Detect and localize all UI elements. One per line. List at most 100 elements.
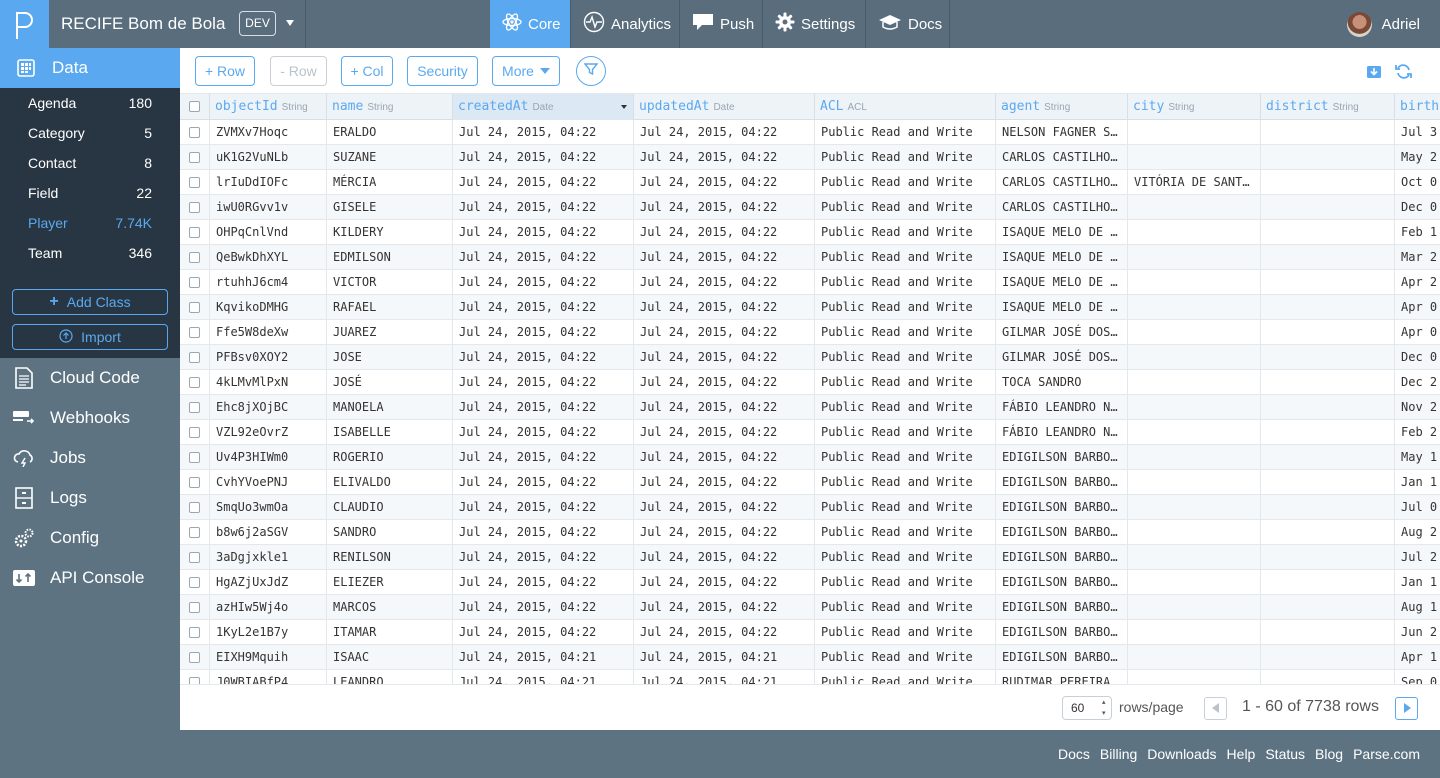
footer-link-blog[interactable]: Blog: [1315, 746, 1343, 762]
next-page-button[interactable]: [1395, 697, 1418, 720]
cell-birth[interactable]: Dec 0: [1395, 345, 1440, 370]
cell-agent[interactable]: ISAQUE MELO DE …: [996, 270, 1128, 295]
cell-birth[interactable]: Jul 3: [1395, 120, 1440, 145]
cell-name[interactable]: ELIEZER: [327, 570, 453, 595]
cell-name[interactable]: SUZANE: [327, 145, 453, 170]
cell-createdat[interactable]: Jul 24, 2015, 04:22: [453, 170, 634, 195]
tab-push[interactable]: Push: [680, 0, 762, 48]
cell-objectid[interactable]: Uv4P3HIWm0: [210, 445, 327, 470]
cell-birth[interactable]: Apr 0: [1395, 295, 1440, 320]
cell-createdat[interactable]: Jul 24, 2015, 04:22: [453, 220, 634, 245]
cell-agent[interactable]: EDIGILSON BARBO…: [996, 620, 1128, 645]
cell-birth[interactable]: Mar 2: [1395, 245, 1440, 270]
cell-objectid[interactable]: EIXH9Mquih: [210, 645, 327, 670]
cell-objectid[interactable]: VZL92eOvrZ: [210, 420, 327, 445]
cell-acl[interactable]: Public Read and Write: [815, 445, 996, 470]
class-item-team[interactable]: Team 346: [0, 238, 180, 268]
cell-agent[interactable]: CARLOS CASTILHO…: [996, 145, 1128, 170]
cell-city[interactable]: [1128, 620, 1261, 645]
cell-acl[interactable]: Public Read and Write: [815, 345, 996, 370]
cell-agent[interactable]: ISAQUE MELO DE …: [996, 245, 1128, 270]
cell-createdat[interactable]: Jul 24, 2015, 04:22: [453, 570, 634, 595]
table-row[interactable]: OHPqCnlVnd KILDERY Jul 24, 2015, 04:22 Jul …: [180, 220, 1440, 245]
row-checkbox[interactable]: [189, 277, 200, 288]
cell-city[interactable]: [1128, 545, 1261, 570]
table-row[interactable]: Ehc8jXOjBC MANOELA Jul 24, 2015, 04:22 Jul …: [180, 395, 1440, 420]
cell-district[interactable]: [1261, 220, 1395, 245]
cell-agent[interactable]: TOCA SANDRO: [996, 370, 1128, 395]
cell-agent[interactable]: CARLOS CASTILHO…: [996, 195, 1128, 220]
cell-name[interactable]: SANDRO: [327, 520, 453, 545]
cell-updatedat[interactable]: Jul 24, 2015, 04:22: [634, 570, 815, 595]
table-row[interactable]: rtuhhJ6cm4 VICTOR Jul 24, 2015, 04:22 Jul 2…: [180, 270, 1440, 295]
table-row[interactable]: ZVMXv7Hoqc ERALDO Jul 24, 2015, 04:22 Jul 2…: [180, 120, 1440, 145]
cell-district[interactable]: [1261, 370, 1395, 395]
row-checkbox[interactable]: [189, 252, 200, 263]
row-checkbox[interactable]: [189, 527, 200, 538]
cell-agent[interactable]: EDIGILSON BARBO…: [996, 470, 1128, 495]
column-header-agent[interactable]: agent String: [996, 94, 1128, 120]
cell-birth[interactable]: Nov 2: [1395, 395, 1440, 420]
cell-createdat[interactable]: Jul 24, 2015, 04:22: [453, 470, 634, 495]
cell-objectid[interactable]: Ffe5W8deXw: [210, 320, 327, 345]
cell-createdat[interactable]: Jul 24, 2015, 04:22: [453, 595, 634, 620]
table-row[interactable]: CvhYVoePNJ ELIVALDO Jul 24, 2015, 04:22 Jul…: [180, 470, 1440, 495]
tab-settings[interactable]: Settings: [763, 0, 865, 48]
cell-agent[interactable]: ISAQUE MELO DE …: [996, 220, 1128, 245]
cell-acl[interactable]: Public Read and Write: [815, 145, 996, 170]
cell-objectid[interactable]: QeBwkDhXYL: [210, 245, 327, 270]
cell-name[interactable]: MÉRCIA: [327, 170, 453, 195]
cell-city[interactable]: [1128, 120, 1261, 145]
add-row-button[interactable]: + Row: [195, 56, 255, 86]
cell-updatedat[interactable]: Jul 24, 2015, 04:22: [634, 345, 815, 370]
cell-createdat[interactable]: Jul 24, 2015, 04:22: [453, 495, 634, 520]
table-row[interactable]: 3aDgjxkle1 RENILSON Jul 24, 2015, 04:22 Jul…: [180, 545, 1440, 570]
cell-objectid[interactable]: azHIw5Wj4o: [210, 595, 327, 620]
cell-acl[interactable]: Public Read and Write: [815, 645, 996, 670]
table-row[interactable]: Uv4P3HIWm0 ROGERIO Jul 24, 2015, 04:22 Jul …: [180, 445, 1440, 470]
row-checkbox[interactable]: [189, 652, 200, 663]
app-switcher-chevron-icon[interactable]: [286, 20, 294, 26]
cell-birth[interactable]: Aug 1: [1395, 595, 1440, 620]
cell-district[interactable]: [1261, 570, 1395, 595]
cell-city[interactable]: [1128, 595, 1261, 620]
import-button[interactable]: Import: [12, 324, 168, 350]
cell-acl[interactable]: Public Read and Write: [815, 245, 996, 270]
cell-createdat[interactable]: Jul 24, 2015, 04:22: [453, 370, 634, 395]
cell-updatedat[interactable]: Jul 24, 2015, 04:21: [634, 645, 815, 670]
table-row[interactable]: 1KyL2e1B7y ITAMAR Jul 24, 2015, 04:22 Jul 2…: [180, 620, 1440, 645]
sidebar-item-data[interactable]: Data: [0, 48, 180, 88]
cell-createdat[interactable]: Jul 24, 2015, 04:22: [453, 620, 634, 645]
cell-city[interactable]: [1128, 295, 1261, 320]
cell-city[interactable]: [1128, 345, 1261, 370]
cell-updatedat[interactable]: Jul 24, 2015, 04:22: [634, 520, 815, 545]
cell-city[interactable]: [1128, 670, 1261, 684]
cell-acl[interactable]: Public Read and Write: [815, 570, 996, 595]
cell-updatedat[interactable]: Jul 24, 2015, 04:22: [634, 395, 815, 420]
cell-createdat[interactable]: Jul 24, 2015, 04:22: [453, 195, 634, 220]
column-header-objectid[interactable]: objectId String: [210, 94, 327, 120]
sidebar-item-config[interactable]: Config: [0, 518, 180, 558]
cell-district[interactable]: [1261, 195, 1395, 220]
cell-birth[interactable]: Feb 1: [1395, 220, 1440, 245]
cell-acl[interactable]: Public Read and Write: [815, 420, 996, 445]
cell-city[interactable]: VITÓRIA DE SANT…: [1128, 170, 1261, 195]
parse-logo-icon[interactable]: [0, 0, 49, 48]
cell-name[interactable]: GISELE: [327, 195, 453, 220]
class-item-field[interactable]: Field 22: [0, 178, 180, 208]
cell-district[interactable]: [1261, 445, 1395, 470]
cell-district[interactable]: [1261, 145, 1395, 170]
cell-updatedat[interactable]: Jul 24, 2015, 04:22: [634, 170, 815, 195]
cell-birth[interactable]: Sep 0: [1395, 670, 1440, 684]
tab-core[interactable]: Core: [490, 0, 570, 48]
table-row[interactable]: 4kLMvMlPxN JOSÉ Jul 24, 2015, 04:22 Jul 24,…: [180, 370, 1440, 395]
cell-updatedat[interactable]: Jul 24, 2015, 04:22: [634, 220, 815, 245]
cell-birth[interactable]: May 2: [1395, 145, 1440, 170]
cell-updatedat[interactable]: Jul 24, 2015, 04:22: [634, 195, 815, 220]
cell-district[interactable]: [1261, 645, 1395, 670]
cell-name[interactable]: VICTOR: [327, 270, 453, 295]
footer-link-help[interactable]: Help: [1227, 746, 1256, 762]
cell-createdat[interactable]: Jul 24, 2015, 04:22: [453, 320, 634, 345]
cell-createdat[interactable]: Jul 24, 2015, 04:22: [453, 245, 634, 270]
cell-acl[interactable]: Public Read and Write: [815, 495, 996, 520]
